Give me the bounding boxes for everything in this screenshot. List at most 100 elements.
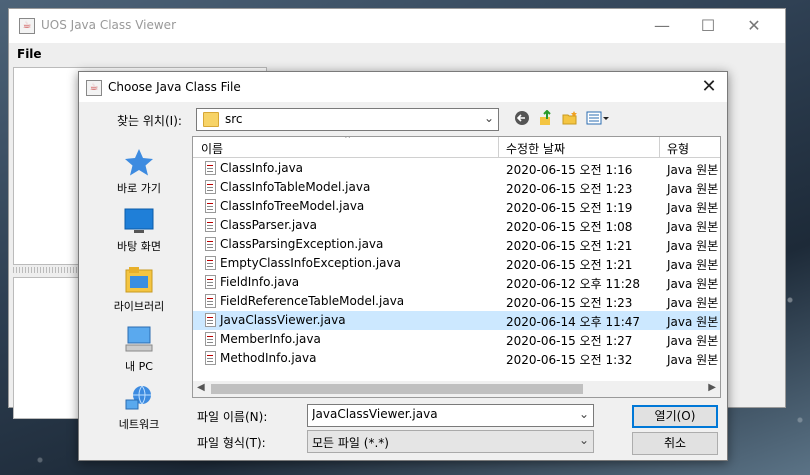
maximize-icon[interactable]: ☐ xyxy=(685,9,731,43)
library-icon xyxy=(125,267,153,293)
file-date: 2020-06-15 오전 1:27 xyxy=(506,334,633,348)
file-row[interactable]: ClassInfoTableModel.java 2020-06-15 오전 1:… xyxy=(193,178,720,197)
file-row[interactable]: EmptyClassInfoException.java 2020-06-15 오… xyxy=(193,254,720,273)
place-quick-access[interactable]: 바로 가기 xyxy=(89,148,189,196)
desktop-icon xyxy=(124,208,154,233)
java-file-icon xyxy=(205,199,216,213)
place-libraries[interactable]: 라이브러리 xyxy=(89,266,189,314)
java-file-icon xyxy=(205,351,216,365)
column-divider[interactable] xyxy=(498,137,499,157)
place-this-pc[interactable]: 내 PC xyxy=(89,326,189,374)
up-one-level-icon[interactable] xyxy=(513,110,531,128)
place-network[interactable]: 네트워크 xyxy=(89,384,189,432)
chevron-down-icon[interactable]: ⌄ xyxy=(579,407,589,421)
file-name-input[interactable] xyxy=(312,407,567,421)
column-header-date[interactable]: 수정한 날짜 xyxy=(506,140,565,157)
file-chooser-dialog: ☕ Choose Java Class File ✕ 찾는 위치(I): src… xyxy=(78,71,728,461)
file-name: MemberInfo.java xyxy=(220,332,321,346)
scroll-thumb[interactable] xyxy=(211,384,583,394)
file-name: MethodInfo.java xyxy=(220,351,317,365)
java-file-icon xyxy=(205,180,216,194)
file-type: Java 원본 xyxy=(667,220,719,234)
look-in-combo[interactable]: src ⌄ xyxy=(196,108,499,131)
file-type-combo[interactable]: 모든 파일 (*.*) ⌄ xyxy=(307,430,594,453)
column-divider[interactable] xyxy=(659,137,660,157)
main-title-bar[interactable]: ☕ UOS Java Class Viewer — ☐ ✕ xyxy=(9,9,785,43)
file-name: ClassParser.java xyxy=(220,218,317,232)
file-date: 2020-06-15 오전 1:21 xyxy=(506,258,633,272)
menu-bar: File xyxy=(9,43,785,67)
file-list-header: ⌃ 이름 수정한 날짜 유형 xyxy=(193,137,720,158)
file-row[interactable]: FieldInfo.java 2020-06-12 오후 11:28 Java 원본 xyxy=(193,273,720,292)
file-row[interactable]: ClassParser.java 2020-06-15 오전 1:08 Java 원… xyxy=(193,216,720,235)
file-type-value: 모든 파일 (*.*) xyxy=(312,436,389,450)
scroll-right-icon[interactable]: ▶ xyxy=(708,382,716,393)
file-name-field[interactable]: ⌄ xyxy=(307,404,594,427)
horizontal-scrollbar[interactable]: ◀ ▶ xyxy=(193,381,720,397)
scroll-left-icon[interactable]: ◀ xyxy=(197,382,205,393)
place-label: 바로 가기 xyxy=(117,182,161,195)
file-date: 2020-06-15 오전 1:21 xyxy=(506,239,633,253)
home-icon[interactable] xyxy=(537,109,555,128)
look-in-label: 찾는 위치(I): xyxy=(117,114,182,128)
place-label: 네트워크 xyxy=(118,418,160,431)
file-type: Java 원본 xyxy=(667,163,719,177)
file-row[interactable]: ClassInfo.java 2020-06-15 오전 1:16 Java 원본 xyxy=(193,159,720,178)
main-window-title: UOS Java Class Viewer xyxy=(41,18,176,32)
file-date: 2020-06-15 오전 1:16 xyxy=(506,163,633,177)
file-type: Java 원본 xyxy=(667,201,719,215)
view-menu-icon[interactable] xyxy=(585,110,611,128)
file-name: JavaClassViewer.java xyxy=(220,313,346,327)
file-row[interactable]: MemberInfo.java 2020-06-15 오전 1:27 Java 원본 xyxy=(193,330,720,349)
file-date: 2020-06-12 오후 11:28 xyxy=(506,277,641,291)
file-name: ClassInfoTreeModel.java xyxy=(220,199,365,213)
file-type: Java 원본 xyxy=(667,239,719,253)
places-bar: 바로 가기 바탕 화면 라이브러리 내 PC 네트워크 xyxy=(89,138,189,434)
cancel-button[interactable]: 취소 xyxy=(632,432,718,455)
java-app-icon: ☕ xyxy=(19,18,35,34)
java-file-icon xyxy=(205,294,216,308)
file-type: Java 원본 xyxy=(667,315,719,329)
file-type: Java 원본 xyxy=(667,353,719,367)
file-row[interactable]: JavaClassViewer.java 2020-06-14 오후 11:47 J… xyxy=(193,311,720,330)
file-row[interactable]: ClassInfoTreeModel.java 2020-06-15 오전 1:1… xyxy=(193,197,720,216)
minimize-icon[interactable]: — xyxy=(639,9,685,43)
file-row[interactable]: ClassParsingException.java 2020-06-15 오전 … xyxy=(193,235,720,254)
file-date: 2020-06-15 오전 1:23 xyxy=(506,296,633,310)
file-type: Java 원본 xyxy=(667,334,719,348)
look-in-value: src xyxy=(225,112,243,126)
file-type: Java 원본 xyxy=(667,258,719,272)
new-folder-icon[interactable] xyxy=(561,110,579,128)
star-icon xyxy=(125,149,153,176)
file-row[interactable]: FieldReferenceTableModel.java 2020-06-15 … xyxy=(193,292,720,311)
file-row[interactable]: MethodInfo.java 2020-06-15 오전 1:32 Java 원본 xyxy=(193,349,720,368)
sort-ascending-icon: ⌃ xyxy=(343,136,353,146)
java-file-icon xyxy=(205,218,216,232)
dialog-title: Choose Java Class File xyxy=(108,80,241,94)
dialog-close-icon[interactable]: ✕ xyxy=(691,72,727,102)
column-header-name[interactable]: 이름 xyxy=(201,140,223,157)
java-app-icon: ☕ xyxy=(86,80,102,96)
dialog-title-bar[interactable]: ☕ Choose Java Class File ✕ xyxy=(79,72,727,102)
computer-icon xyxy=(125,326,153,352)
place-label: 내 PC xyxy=(125,360,153,373)
file-list[interactable]: ⌃ 이름 수정한 날짜 유형 ClassInfo.java 2020-06-15 … xyxy=(192,136,721,398)
file-date: 2020-06-14 오후 11:47 xyxy=(506,315,641,329)
file-type: Java 원본 xyxy=(667,296,719,310)
close-icon[interactable]: ✕ xyxy=(731,9,777,43)
file-type: Java 원본 xyxy=(667,182,719,196)
network-icon xyxy=(125,385,151,410)
java-file-icon xyxy=(205,332,216,346)
menu-file[interactable]: File xyxy=(17,47,42,61)
file-name-label: 파일 이름(N): xyxy=(197,410,268,424)
file-name: ClassInfoTableModel.java xyxy=(220,180,371,194)
java-file-icon xyxy=(205,275,216,289)
folder-icon xyxy=(203,112,219,127)
file-name: ClassParsingException.java xyxy=(220,237,384,251)
column-header-type[interactable]: 유형 xyxy=(667,140,689,157)
place-desktop[interactable]: 바탕 화면 xyxy=(89,208,189,254)
file-name: FieldInfo.java xyxy=(220,275,300,289)
open-button[interactable]: 열기(O) xyxy=(632,405,718,428)
file-date: 2020-06-15 오전 1:32 xyxy=(506,353,633,367)
place-label: 라이브러리 xyxy=(113,300,165,313)
